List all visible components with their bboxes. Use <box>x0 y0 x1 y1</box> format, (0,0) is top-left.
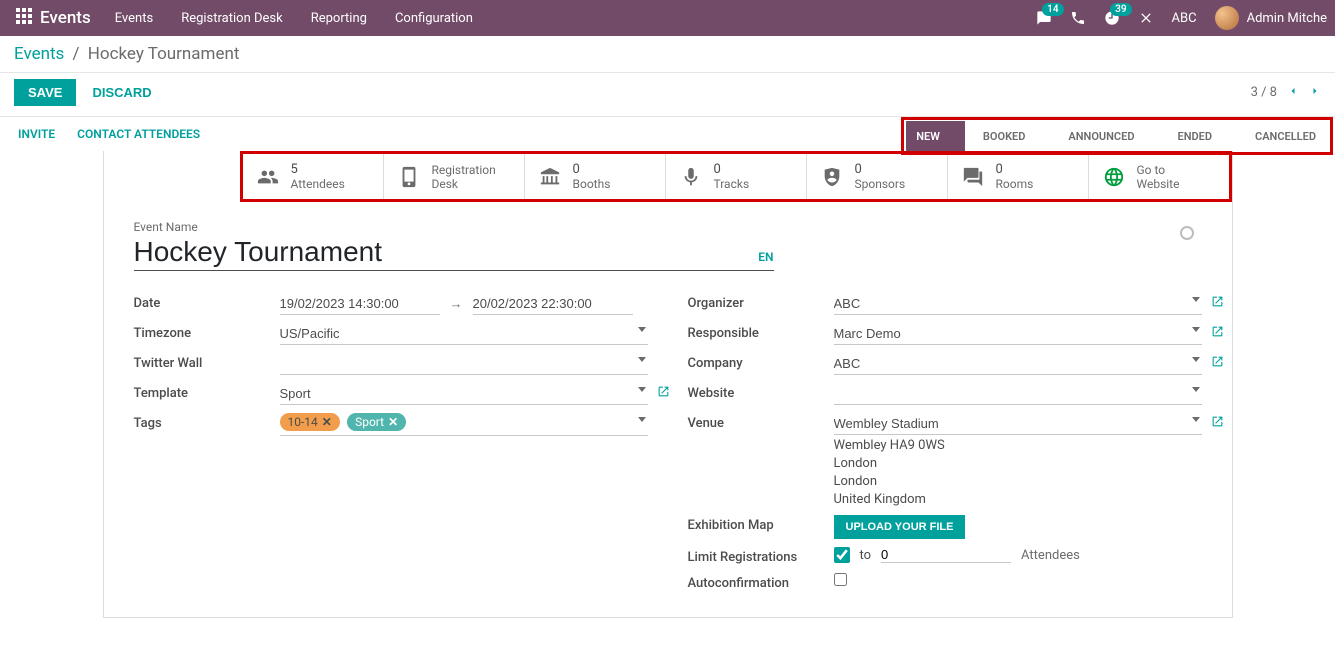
tag-remove-icon[interactable]: ✕ <box>388 415 398 429</box>
website-input[interactable] <box>834 383 1202 405</box>
timer-badge: 39 <box>1110 3 1131 16</box>
twitter-wall-input[interactable] <box>280 353 648 375</box>
website-label: Website <box>688 383 834 401</box>
limit-suffix: Attendees <box>1021 548 1080 563</box>
stat-go-to-website[interactable]: Go to Website <box>1089 154 1229 199</box>
tag-remove-icon[interactable]: ✕ <box>322 415 332 429</box>
company-input[interactable] <box>834 353 1202 375</box>
date-label: Date <box>134 293 280 311</box>
timer-icon[interactable]: 39 <box>1104 10 1120 26</box>
twitter-wall-label: Twitter Wall <box>134 353 280 371</box>
date-end-input[interactable] <box>473 293 633 315</box>
autoconfirmation-checkbox[interactable] <box>834 573 847 586</box>
brand-title[interactable]: Events <box>40 8 91 28</box>
arrow-right-icon: → <box>450 296 463 312</box>
external-link-icon[interactable] <box>1211 325 1224 342</box>
date-start-input[interactable] <box>280 293 440 315</box>
stat-attendees[interactable]: 5 Attendees <box>243 154 384 199</box>
invite-button[interactable]: INVITE <box>18 127 55 141</box>
stat-registration-desk[interactable]: Registration Desk <box>384 154 525 199</box>
template-input[interactable] <box>280 383 648 405</box>
status-booked[interactable]: BOOKED <box>965 121 1051 151</box>
autoconfirmation-label: Autoconfirmation <box>688 573 834 591</box>
messages-badge: 14 <box>1042 3 1063 16</box>
tag-sport: Sport✕ <box>347 413 406 431</box>
contact-attendees-button[interactable]: CONTACT ATTENDEES <box>77 127 200 141</box>
tags-input[interactable]: 10-14✕ Sport✕ <box>280 413 648 436</box>
responsible-input[interactable] <box>834 323 1202 345</box>
external-link-icon[interactable] <box>1211 295 1224 312</box>
company-label: Company <box>688 353 834 371</box>
tags-label: Tags <box>134 413 280 431</box>
tag-10-14: 10-14✕ <box>280 413 340 431</box>
venue-address: Wembley HA9 0WS London London United Kin… <box>834 438 1202 507</box>
stat-sponsors[interactable]: 0 Sponsors <box>807 154 948 199</box>
breadcrumb: Events / Hockey Tournament <box>14 44 239 64</box>
menu-configuration[interactable]: Configuration <box>395 11 473 26</box>
discard-button[interactable]: DISCARD <box>92 85 151 100</box>
event-name-label: Event Name <box>134 220 774 234</box>
pager-text: 3 / 8 <box>1251 85 1277 100</box>
external-link-icon[interactable] <box>657 385 670 402</box>
stat-tracks[interactable]: 0 Tracks <box>666 154 807 199</box>
company-selector[interactable]: ABC <box>1172 11 1197 26</box>
stat-booths[interactable]: 0 Booths <box>525 154 666 199</box>
timezone-label: Timezone <box>134 323 280 341</box>
template-label: Template <box>134 383 280 401</box>
mobile-icon <box>398 166 420 188</box>
save-button[interactable]: SAVE <box>14 79 76 106</box>
external-link-icon[interactable] <box>1211 415 1224 432</box>
external-link-icon[interactable] <box>1211 355 1224 372</box>
event-name-input[interactable] <box>134 234 751 270</box>
organizer-input[interactable] <box>834 293 1202 315</box>
form-sheet: 5 Attendees Registration Desk 0 Booths <box>103 151 1233 618</box>
limit-registrations-label: Limit Registrations <box>688 547 834 565</box>
phone-icon[interactable] <box>1070 10 1086 26</box>
user-menu[interactable]: Admin Mitche <box>1215 6 1327 30</box>
menu-reporting[interactable]: Reporting <box>311 11 367 26</box>
apps-icon[interactable] <box>8 8 40 28</box>
lang-badge[interactable]: EN <box>758 250 773 264</box>
responsible-label: Responsible <box>688 323 834 341</box>
limit-to-text: to <box>860 548 872 563</box>
globe-icon <box>1103 166 1125 188</box>
breadcrumb-current: Hockey Tournament <box>88 44 240 64</box>
close-tray-icon[interactable] <box>1138 10 1154 26</box>
stat-rooms[interactable]: 0 Rooms <box>948 154 1089 199</box>
status-announced[interactable]: ANNOUNCED <box>1050 121 1159 151</box>
venue-input[interactable] <box>834 413 1202 435</box>
avatar <box>1215 6 1239 30</box>
breadcrumb-bar: Events / Hockey Tournament <box>0 36 1335 73</box>
users-icon <box>257 166 279 188</box>
menu-events[interactable]: Events <box>115 11 153 26</box>
sponsor-icon <box>821 166 843 188</box>
limit-registrations-checkbox[interactable] <box>834 547 850 563</box>
bank-icon <box>539 166 561 188</box>
limit-value-input[interactable] <box>881 547 1011 563</box>
organizer-label: Organizer <box>688 293 834 311</box>
timezone-input[interactable] <box>280 323 648 345</box>
menu-registration-desk[interactable]: Registration Desk <box>181 11 283 26</box>
stat-buttons: 5 Attendees Registration Desk 0 Booths <box>240 151 1232 202</box>
pager-prev[interactable] <box>1287 85 1299 101</box>
status-bar: NEW BOOKED ANNOUNCED ENDED CANCELLED <box>901 117 1333 155</box>
kanban-state-toggle[interactable] <box>1180 226 1194 240</box>
action-bar: INVITE CONTACT ATTENDEES NEW BOOKED ANNO… <box>0 117 1335 151</box>
main-menu: Events Registration Desk Reporting Confi… <box>115 11 473 26</box>
pager-next[interactable] <box>1309 85 1321 101</box>
breadcrumb-root[interactable]: Events <box>14 44 64 64</box>
upload-file-button[interactable]: UPLOAD YOUR FILE <box>834 515 966 539</box>
exhibition-map-label: Exhibition Map <box>688 515 834 533</box>
status-cancelled[interactable]: CANCELLED <box>1237 121 1328 151</box>
status-ended[interactable]: ENDED <box>1159 121 1237 151</box>
user-name: Admin Mitche <box>1247 11 1327 26</box>
top-nav: Events Events Registration Desk Reportin… <box>0 0 1335 36</box>
pager: 3 / 8 <box>1251 85 1321 101</box>
comments-icon <box>962 166 984 188</box>
messages-icon[interactable]: 14 <box>1036 10 1052 26</box>
save-bar: SAVE DISCARD 3 / 8 <box>0 73 1335 117</box>
microphone-icon <box>680 166 702 188</box>
status-new[interactable]: NEW <box>906 121 965 151</box>
venue-label: Venue <box>688 413 834 431</box>
